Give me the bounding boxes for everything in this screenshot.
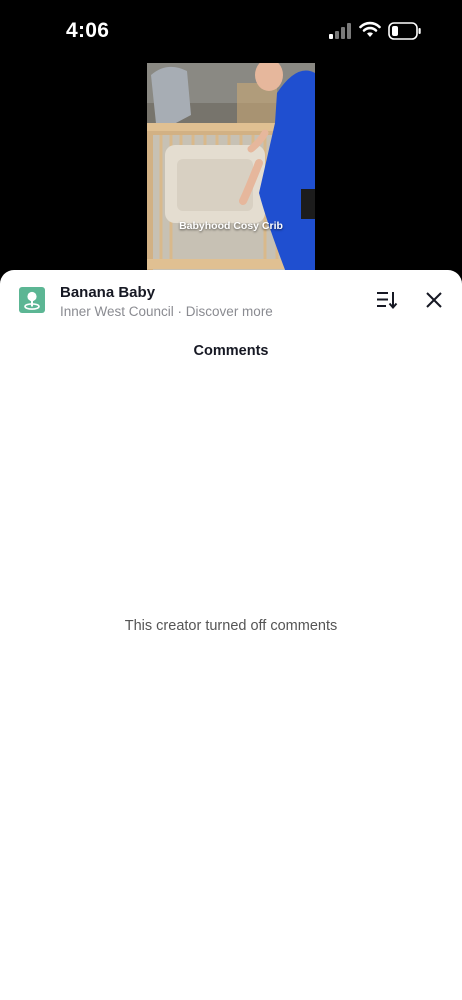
wifi-icon: [359, 21, 381, 37]
sort-icon[interactable]: [376, 290, 398, 310]
video-caption: Babyhood Cosy Crib: [179, 220, 283, 232]
cellular-signal-icon: [329, 23, 351, 39]
status-time: 4:06: [66, 19, 110, 42]
video-frame-image: [147, 63, 315, 275]
place-subtitle[interactable]: Inner West Council · Discover more: [60, 304, 273, 319]
comments-sheet: Banana Baby Inner West Council · Discove…: [0, 270, 462, 1000]
video-preview[interactable]: Babyhood Cosy Crib: [147, 63, 315, 275]
status-bar: 4:06: [0, 0, 462, 62]
comments-title: Comments: [193, 343, 269, 359]
location-pin-icon: [19, 287, 45, 313]
comments-disabled-message: This creator turned off comments: [124, 618, 338, 634]
battery-icon: [388, 22, 421, 40]
place-name[interactable]: Banana Baby: [60, 284, 155, 301]
close-icon[interactable]: [425, 291, 443, 309]
